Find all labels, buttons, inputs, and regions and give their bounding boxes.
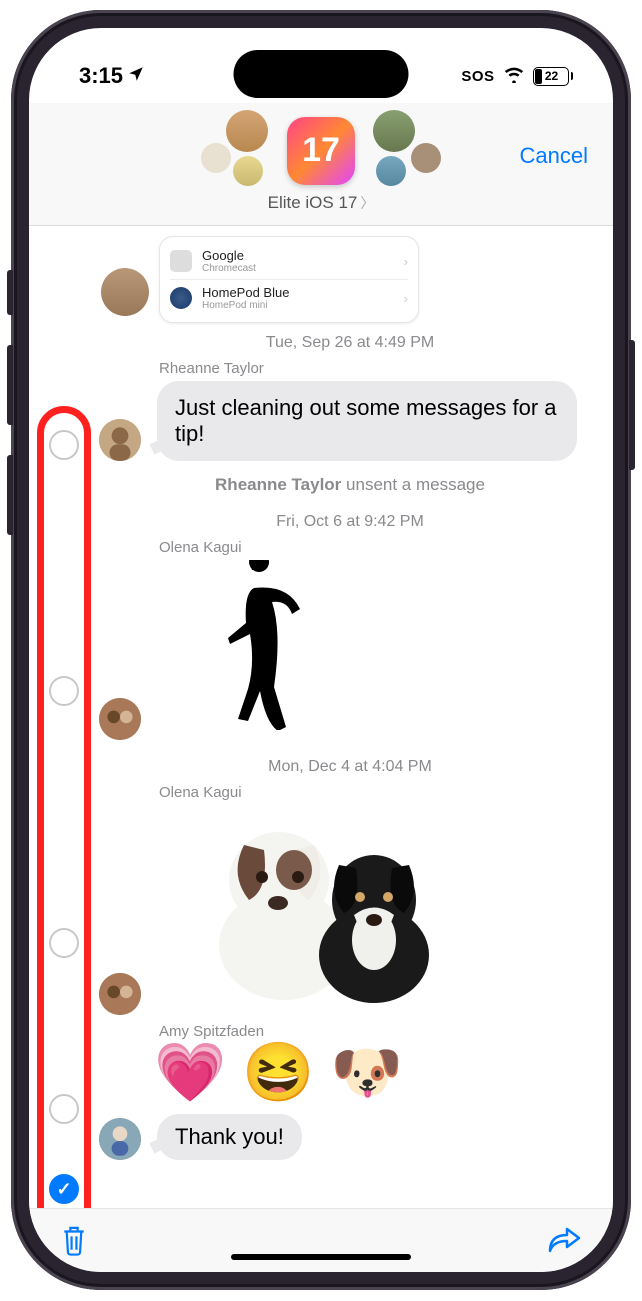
sender-label: Olena Kagui <box>159 539 601 556</box>
group-icon: 17 <box>287 117 355 185</box>
sender-avatar <box>99 973 141 1015</box>
side-buttons-left <box>7 270 13 565</box>
sender-avatar <box>99 419 141 461</box>
home-indicator[interactable] <box>231 1254 411 1260</box>
homepod-icon <box>170 287 192 309</box>
forward-button[interactable] <box>547 1225 583 1260</box>
timestamp: Tue, Sep 26 at 4:49 PM <box>99 334 601 352</box>
group-name-button[interactable]: Elite iOS 17 〉 <box>268 193 375 213</box>
phone-frame: 3:15 SOS 22 Cancel <box>11 10 631 1290</box>
member-avatar <box>233 156 263 186</box>
chevron-right-icon: › <box>404 254 408 269</box>
message-row[interactable]: Thank you! <box>99 1114 601 1160</box>
card-row-title: Google <box>202 248 394 263</box>
sticker-silhouette <box>204 560 324 730</box>
google-icon <box>170 250 192 272</box>
battery-level: 22 <box>535 69 569 83</box>
message-row[interactable] <box>99 560 601 740</box>
message-row[interactable]: Just cleaning out some messages for a ti… <box>99 381 601 461</box>
member-avatar <box>373 110 415 152</box>
group-name-label: Elite iOS 17 <box>268 193 358 213</box>
status-time: 3:15 <box>79 63 123 89</box>
member-avatar <box>411 143 441 173</box>
trash-button[interactable] <box>59 1223 89 1262</box>
screen: 3:15 SOS 22 Cancel <box>29 28 613 1272</box>
sender-label: Rheanne Taylor <box>159 360 601 377</box>
sos-indicator: SOS <box>461 68 494 85</box>
card-row-title: HomePod Blue <box>202 285 394 300</box>
card-row-sub: Chromecast <box>202 263 394 274</box>
message-bubble: Just cleaning out some messages for a ti… <box>157 381 577 461</box>
chevron-right-icon: 〉 <box>360 193 374 213</box>
sticker-dogs <box>204 805 444 1005</box>
sender-avatar <box>99 698 141 740</box>
member-avatar <box>376 156 406 186</box>
bottom-toolbar <box>29 1208 613 1272</box>
system-message: Rheanne Taylor unsent a message <box>99 475 601 495</box>
wifi-icon <box>503 63 525 89</box>
emoji-message[interactable]: 💗 😆 🐶 <box>154 1044 601 1102</box>
battery-indicator: 22 <box>533 67 574 86</box>
sender-label: Olena Kagui <box>159 784 601 801</box>
member-avatar <box>201 143 231 173</box>
dynamic-island <box>234 50 409 98</box>
sender-avatar <box>99 1118 141 1160</box>
card-row-sub: HomePod mini <box>202 300 394 311</box>
timestamp: Fri, Oct 6 at 9:42 PM <box>99 513 601 531</box>
sender-avatar <box>101 268 149 316</box>
member-avatar <box>226 110 268 152</box>
conversation-header: Cancel 17 Elite iOS 17 〉 <box>29 103 613 226</box>
message-row[interactable] <box>99 805 601 1015</box>
chevron-right-icon: › <box>404 291 408 306</box>
sender-label: Amy Spitzfaden <box>159 1023 601 1040</box>
group-avatar-cluster[interactable]: 17 <box>49 108 593 193</box>
side-buttons-right <box>629 340 635 500</box>
system-sender: Rheanne Taylor <box>215 475 341 494</box>
shared-card[interactable]: Google Chromecast › HomePod Blue HomePod… <box>159 236 419 323</box>
timestamp: Mon, Dec 4 at 4:04 PM <box>99 758 601 776</box>
location-icon <box>127 63 145 89</box>
message-list[interactable]: ✓ Google Chromecast › <box>29 226 613 1208</box>
message-bubble: Thank you! <box>157 1114 302 1160</box>
